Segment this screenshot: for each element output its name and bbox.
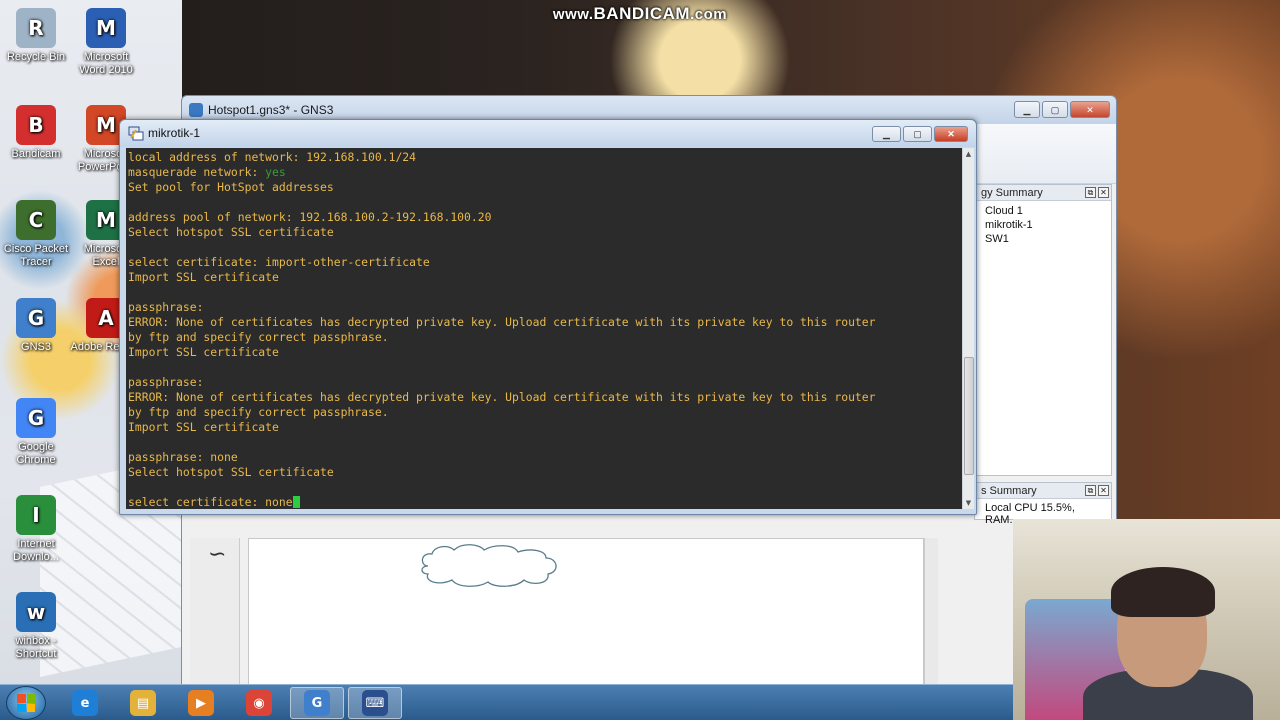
packet-tracer-icon: C: [16, 200, 56, 240]
taskbar-button-explorer[interactable]: ▤: [116, 687, 170, 719]
bandicam-watermark: www.BANDICAM.com: [552, 4, 728, 23]
start-button[interactable]: [6, 686, 46, 720]
topology-item-cloud[interactable]: Cloud 1: [975, 204, 1111, 218]
scrollbar-thumb[interactable]: [964, 357, 974, 476]
terminal-scrollbar[interactable]: ▲ ▼: [962, 148, 974, 509]
taskbar-button-media-player[interactable]: ▶: [174, 687, 228, 719]
windows-logo-icon: [17, 694, 35, 712]
gns3-icon: G: [304, 690, 330, 716]
terminal-titlebar[interactable]: mikrotik-1 ▁ ▢ ✕: [120, 120, 976, 147]
topology-summary-title: gy Summary ⧉ ✕: [975, 185, 1111, 201]
terminal-line: passphrase:: [128, 375, 204, 389]
desktop-icon-label: Google Chrome: [16, 441, 56, 466]
topology-summary-pane: gy Summary ⧉ ✕ Cloud 1 mikrotik-1 SW1: [974, 184, 1112, 476]
explorer-icon: ▤: [130, 690, 156, 716]
terminal-line: by ftp and specify correct passphrase.: [128, 330, 389, 344]
desktop-icon-label: Recycle Bin: [6, 51, 66, 63]
taskbar-button-chrome[interactable]: ◉: [232, 687, 286, 719]
media-player-icon: ▶: [188, 690, 214, 716]
desktop-icon-label: winbox - Shortcut: [15, 635, 57, 660]
undock-icon[interactable]: ⧉: [1085, 485, 1096, 496]
winbox-icon: w: [16, 592, 56, 632]
internet-download-manager-icon: I: [16, 495, 56, 535]
desktop-icon-label: GNS3: [21, 341, 51, 353]
gns3-icon: G: [16, 298, 56, 338]
terminal-line: Import SSL certificate: [128, 270, 279, 284]
desktop-icon-recycle-bin[interactable]: R Recycle Bin: [0, 8, 72, 64]
terminal-window-controls: ▁ ▢ ✕: [872, 126, 968, 142]
cloud-node-icon[interactable]: [418, 544, 562, 588]
terminal-output[interactable]: local address of network: 192.168.100.1/…: [126, 148, 962, 509]
webcam-person-hair: [1111, 567, 1215, 617]
close-button[interactable]: ✕: [934, 126, 968, 142]
terminal-line: passphrase: none: [128, 450, 238, 464]
gns3-window-controls: ▁ ▢ ✕: [1014, 101, 1110, 118]
terminal-line: Select hotspot SSL certificate: [128, 465, 334, 479]
webcam-overlay: [1013, 519, 1280, 720]
close-pane-icon[interactable]: ✕: [1098, 485, 1109, 496]
close-button[interactable]: ✕: [1070, 101, 1110, 118]
terminal-window[interactable]: mikrotik-1 ▁ ▢ ✕ local address of networ…: [119, 119, 977, 515]
terminal-line: ERROR: None of certificates has decrypte…: [128, 315, 876, 329]
scroll-down-icon[interactable]: ▼: [963, 497, 974, 509]
desktop-icon-label: Microsoft Word 2010: [79, 51, 133, 76]
terminal-line: Import SSL certificate: [128, 420, 279, 434]
masquerade-value: yes: [265, 165, 286, 179]
desktop-icon-internet-download-manager[interactable]: I Internet Downlo...: [0, 495, 72, 564]
maximize-button[interactable]: ▢: [1042, 101, 1068, 118]
terminal-line: passphrase:: [128, 300, 204, 314]
desktop-icon-word[interactable]: M Microsoft Word 2010: [70, 8, 142, 77]
desktop-icon-packet-tracer[interactable]: C Cisco Packet Tracer: [0, 200, 72, 269]
terminal-line: select certificate: none: [128, 495, 962, 509]
servers-summary-title: s Summary ⧉ ✕: [975, 483, 1111, 499]
topology-item-switch[interactable]: SW1: [975, 232, 1111, 246]
desktop-icon-winbox[interactable]: w winbox - Shortcut: [0, 592, 72, 661]
minimize-button[interactable]: ▁: [872, 126, 901, 142]
terminal-line: ERROR: None of certificates has decrypte…: [128, 390, 876, 404]
desktop-icon-label: Internet Downlo...: [13, 538, 59, 563]
terminal-title: mikrotik-1: [148, 126, 201, 140]
desktop-icon-gns3[interactable]: G GNS3: [0, 298, 72, 354]
putty-icon: ⌨: [362, 690, 388, 716]
desktop-icon-chrome[interactable]: G Google Chrome: [0, 398, 72, 467]
taskbar-button-ie[interactable]: e: [58, 687, 112, 719]
bandicam-icon: B: [16, 105, 56, 145]
word-icon: M: [86, 8, 126, 48]
terminal-line: address pool of network: 192.168.100.2-1…: [128, 210, 492, 224]
desktop-icon-label: Bandicam: [11, 148, 61, 160]
terminal-line: by ftp and specify correct passphrase.: [128, 405, 389, 419]
topology-item-mikrotik[interactable]: mikrotik-1: [975, 218, 1111, 232]
terminal-line: select certificate: import-other-certifi…: [128, 255, 430, 269]
terminal-line: masquerade network: yes: [128, 165, 286, 179]
gns3-app-icon: [189, 103, 203, 117]
desktop-icon-label: Cisco Packet Tracer: [3, 243, 69, 268]
chrome-icon: ◉: [246, 690, 272, 716]
terminal-line: Import SSL certificate: [128, 345, 279, 359]
terminal-line: Select hotspot SSL certificate: [128, 225, 334, 239]
terminal-line: local address of network: 192.168.100.1/…: [128, 150, 417, 164]
taskbar-button-putty[interactable]: ⌨: [348, 687, 402, 719]
scroll-up-icon[interactable]: ▲: [963, 148, 974, 160]
recycle-bin-icon: R: [16, 8, 56, 48]
ie-icon: e: [72, 690, 98, 716]
terminal-line: Set pool for HotSpot addresses: [128, 180, 334, 194]
servers-summary-pane: s Summary ⧉ ✕ Local CPU 15.5%, RAM...: [974, 482, 1112, 526]
minimize-button[interactable]: ▁: [1014, 101, 1040, 118]
chrome-icon: G: [16, 398, 56, 438]
desktop-icon-bandicam[interactable]: B Bandicam: [0, 105, 72, 161]
undock-icon[interactable]: ⧉: [1085, 187, 1096, 198]
gns3-window-title: Hotspot1.gns3* - GNS3: [208, 103, 334, 117]
terminal-cursor: [292, 496, 300, 508]
add-link-icon[interactable]: ∽: [208, 542, 226, 567]
maximize-button[interactable]: ▢: [903, 126, 932, 142]
close-pane-icon[interactable]: ✕: [1098, 187, 1109, 198]
taskbar-button-gns3[interactable]: G: [290, 687, 344, 719]
putty-icon: [128, 126, 144, 141]
